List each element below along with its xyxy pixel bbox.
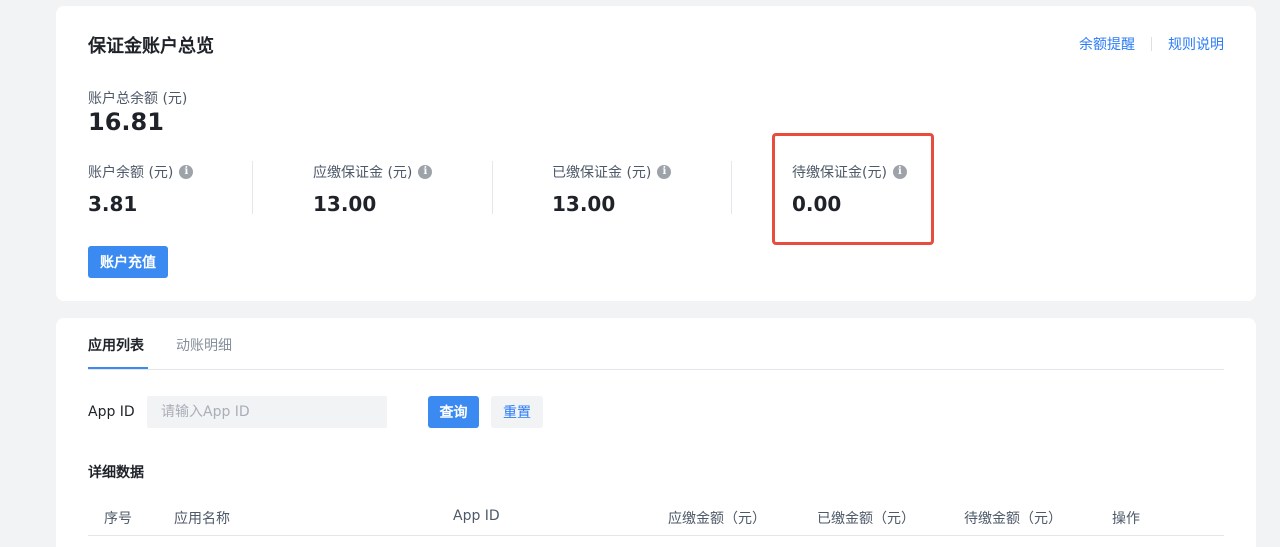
- column-header: 序号: [104, 511, 132, 527]
- info-icon[interactable]: i: [657, 165, 672, 179]
- column-header: 应缴金额（元）: [668, 511, 766, 527]
- column-header: 已缴金额（元）: [817, 511, 915, 527]
- stat-label: 已缴保证金 (元): [552, 165, 652, 181]
- stat-value: 13.00: [552, 192, 616, 216]
- highlight-box: [772, 133, 934, 245]
- tab-transaction-details[interactable]: 动账明细: [176, 335, 232, 355]
- active-tab-indicator: [88, 367, 148, 369]
- app-id-input[interactable]: [147, 396, 387, 428]
- info-icon[interactable]: i: [179, 165, 194, 179]
- tab-bar: 应用列表 动账明细: [88, 318, 1224, 370]
- page-title: 保证金账户总览: [88, 36, 214, 57]
- total-balance-value: 16.81: [88, 108, 164, 136]
- link-divider: [1151, 37, 1152, 51]
- stat-payable-deposit: 应缴保证金 (元) i 13.00: [313, 162, 433, 216]
- list-card: 应用列表 动账明细 App ID 查询 重置 详细数据 序号 应用名称 App …: [56, 318, 1256, 547]
- info-icon[interactable]: i: [418, 165, 433, 179]
- overview-card: 保证金账户总览 余额提醒 规则说明 账户总余额 (元) 16.81 账户余额 (…: [56, 6, 1256, 301]
- stat-value: 13.00: [313, 192, 377, 216]
- stat-account-balance: 账户余额 (元) i 3.81: [88, 162, 194, 216]
- query-button[interactable]: 查询: [428, 396, 479, 428]
- header-links: 余额提醒 规则说明: [1079, 34, 1224, 54]
- column-header: 操作: [1112, 511, 1140, 527]
- reset-button[interactable]: 重置: [491, 396, 543, 428]
- stat-divider: [492, 161, 493, 214]
- total-balance-label: 账户总余额 (元): [88, 91, 188, 107]
- column-header: App ID: [453, 508, 500, 524]
- section-title: 详细数据: [88, 465, 144, 481]
- rules-link[interactable]: 规则说明: [1168, 34, 1224, 54]
- stat-value: 3.81: [88, 192, 138, 216]
- tab-app-list[interactable]: 应用列表: [88, 335, 144, 355]
- recharge-button[interactable]: 账户充值: [88, 246, 168, 278]
- app-id-label: App ID: [88, 404, 135, 420]
- column-header: 待缴金额（元）: [964, 511, 1062, 527]
- column-header: 应用名称: [174, 511, 230, 527]
- stat-label: 应缴保证金 (元): [313, 165, 413, 181]
- stat-paid-deposit: 已缴保证金 (元) i 13.00: [552, 162, 672, 216]
- stat-divider: [731, 161, 732, 214]
- stat-label: 账户余额 (元): [88, 165, 174, 181]
- balance-reminder-link[interactable]: 余额提醒: [1079, 34, 1135, 54]
- table-header: 序号 应用名称 App ID 应缴金额（元） 已缴金额（元） 待缴金额（元） 操…: [88, 496, 1224, 536]
- stat-divider: [252, 161, 253, 214]
